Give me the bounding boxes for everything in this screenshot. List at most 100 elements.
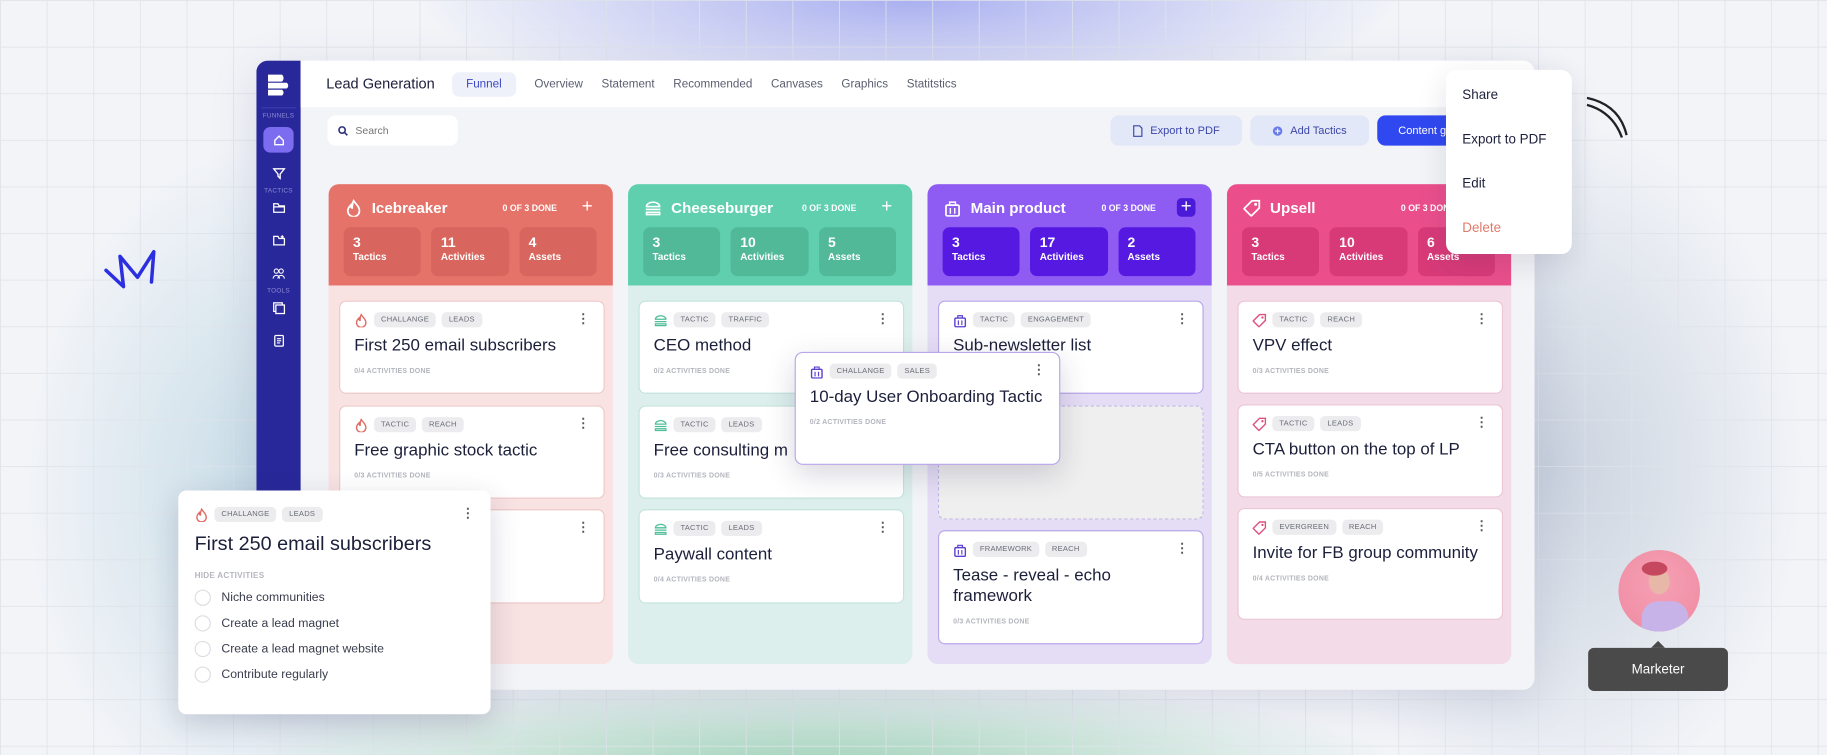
menu-item-share[interactable]: Share <box>1462 89 1498 103</box>
add-tactic-button[interactable]: + <box>877 197 896 217</box>
activity-item[interactable]: Create a lead magnet <box>194 615 475 632</box>
more-options-icon[interactable]: ⋮ <box>1475 520 1488 534</box>
tag: TACTIC <box>673 520 716 536</box>
checkbox[interactable] <box>194 641 211 658</box>
tactic-card[interactable]: CHALLANGE LEADS ⋮ First 250 email subscrib… <box>339 300 605 394</box>
stat-label: Assets <box>1127 250 1160 263</box>
tactic-card[interactable]: TACTIC LEADS ⋮ CTA button on the top of LP… <box>1237 404 1504 498</box>
more-options-icon[interactable]: ⋮ <box>1032 364 1045 378</box>
activity-item[interactable]: Niche communities <box>194 589 475 607</box>
gallery-icon <box>272 301 285 314</box>
stat-label: Activities <box>440 250 485 263</box>
activity-item[interactable]: Create a lead magnet website <box>194 641 475 658</box>
stat-label: Activities <box>1339 250 1384 263</box>
menu-item-edit[interactable]: Edit <box>1462 177 1485 191</box>
sidebar-item-gallery[interactable] <box>263 295 293 321</box>
tag: LEADS <box>721 417 762 433</box>
avatar[interactable] <box>1618 549 1700 632</box>
folder-add-icon <box>272 234 285 245</box>
stat-activities: 11 Activities <box>431 227 509 277</box>
tactic-card[interactable]: TACTIC LEADS ⋮ Paywall content 0/4 ACTIVIT… <box>638 509 905 604</box>
more-options-icon[interactable]: ⋮ <box>1176 313 1189 326</box>
stage: FUNNELS TACTICS TOOLS Lead Generation Fu… <box>0 0 1827 755</box>
search-input[interactable] <box>355 124 449 137</box>
stat-value: 10 <box>1339 234 1355 251</box>
add-tactic-button[interactable]: + <box>578 197 597 217</box>
tab-overview[interactable]: Overview <box>525 72 592 96</box>
tag: TACTIC <box>673 417 716 433</box>
stat-label: Tactics <box>652 250 686 263</box>
stat-label: Activities <box>740 250 785 263</box>
sidebar-item-folder-add[interactable] <box>263 227 293 253</box>
tactic-card[interactable]: FRAMEWORK REACH ⋮ Tease - reveal - echo fr… <box>937 530 1204 645</box>
add-tactic-button[interactable]: + <box>1176 197 1196 217</box>
tag: LEADS <box>282 506 323 523</box>
sidebar-item-home[interactable] <box>263 127 294 153</box>
add-tactics-button[interactable]: Add Tactics <box>1250 115 1370 146</box>
column-progress: 0 OF 3 DONE <box>802 202 857 213</box>
tab-funnel[interactable]: Funnel <box>452 72 516 97</box>
tab-statistics[interactable]: Statitstics <box>897 72 966 96</box>
stat-value: 10 <box>740 234 756 251</box>
column-title: Cheeseburger <box>671 198 774 217</box>
tag: REACH <box>1341 519 1384 535</box>
checkbox[interactable] <box>194 589 211 607</box>
tag: LEADS <box>1320 415 1361 432</box>
expanded-card[interactable]: CHALLANGE LEADS ⋮ First 250 email subscr… <box>178 490 491 715</box>
activity-label: Create a lead magnet <box>221 616 340 631</box>
tab-canvases[interactable]: Canvases <box>762 72 832 96</box>
tag: TRAFFIC <box>721 312 770 328</box>
stat-value: 2 <box>1127 234 1136 251</box>
stat-label: Tactics <box>353 250 387 263</box>
tab-statement[interactable]: Statement <box>592 72 664 96</box>
more-options-icon[interactable]: ⋮ <box>461 507 474 521</box>
tab-recommended[interactable]: Recommended <box>664 72 762 96</box>
flame-icon <box>346 198 361 217</box>
tactic-card[interactable]: EVERGREEN REACH ⋮ Invite for FB group comm… <box>1237 508 1504 620</box>
sidebar-item-document[interactable] <box>263 327 293 353</box>
logo-icon <box>267 74 289 96</box>
stat-assets: 2 Assets <box>1118 227 1196 277</box>
activity-item[interactable]: Contribute regularly <box>194 666 475 684</box>
menu-item-delete[interactable]: Delete <box>1462 221 1501 235</box>
more-options-icon[interactable]: ⋮ <box>577 418 590 431</box>
card-progress: 0/3 ACTIVITIES DONE <box>1252 368 1329 376</box>
plus-circle-icon <box>1273 125 1283 136</box>
checkbox[interactable] <box>194 666 211 684</box>
stat-assets: 4 Assets <box>519 227 597 277</box>
menu-item-export-pdf[interactable]: Export to PDF <box>1462 133 1546 147</box>
column-header: Cheeseburger 0 OF 3 DONE + 3 Tactics 10 Act… <box>628 184 913 286</box>
tactic-card[interactable]: TACTIC REACH ⋮ Free graphic stock tactic 0… <box>339 405 605 499</box>
role-tooltip: Marketer <box>1588 640 1728 691</box>
tag: REACH <box>1044 541 1087 557</box>
tab-graphics[interactable]: Graphics <box>832 72 897 96</box>
sidebar-item-funnel[interactable] <box>263 160 293 186</box>
sidebar-item-users[interactable] <box>263 260 293 286</box>
tactic-card[interactable]: TACTIC REACH ⋮ VPV effect 0/3 ACTIVITIES D… <box>1237 300 1504 394</box>
card-progress: 0/4 ACTIVITIES DONE <box>1252 575 1329 583</box>
tag: TACTIC <box>972 312 1016 328</box>
card-progress: 0/5 ACTIVITIES DONE <box>1252 472 1329 480</box>
more-options-icon[interactable]: ⋮ <box>577 313 590 326</box>
more-options-icon[interactable]: ⋮ <box>1475 417 1488 430</box>
tag: CHALLANGE <box>214 506 277 523</box>
tag: ENGAGEMENT <box>1020 312 1092 328</box>
sidebar-item-folder[interactable] <box>263 195 293 221</box>
card-title: Invite for FB group community <box>1252 544 1478 563</box>
more-options-icon[interactable]: ⋮ <box>876 521 889 535</box>
card-title: CTA button on the top of LP <box>1252 440 1460 460</box>
more-options-icon[interactable]: ⋮ <box>1475 313 1488 326</box>
stat-value: 4 <box>528 234 537 251</box>
export-pdf-button[interactable]: Export to PDF <box>1110 115 1243 146</box>
more-options-icon[interactable]: ⋮ <box>876 313 889 326</box>
hide-activities-toggle[interactable]: HIDE ACTIVITIES <box>195 572 475 580</box>
more-options-icon[interactable]: ⋮ <box>577 521 590 534</box>
dragged-card[interactable]: CHALLANGE SALES ⋮ 10-day User Onboarding… <box>794 351 1061 465</box>
card-progress: 0/2 ACTIVITIES DONE <box>809 419 887 427</box>
stat-assets: 5 Assets <box>818 227 897 277</box>
card-progress: 0/4 ACTIVITIES DONE <box>653 576 731 584</box>
stat-value: 17 <box>1039 234 1056 251</box>
checkbox[interactable] <box>194 615 211 632</box>
search-box[interactable] <box>327 115 458 146</box>
more-options-icon[interactable]: ⋮ <box>1176 542 1189 556</box>
